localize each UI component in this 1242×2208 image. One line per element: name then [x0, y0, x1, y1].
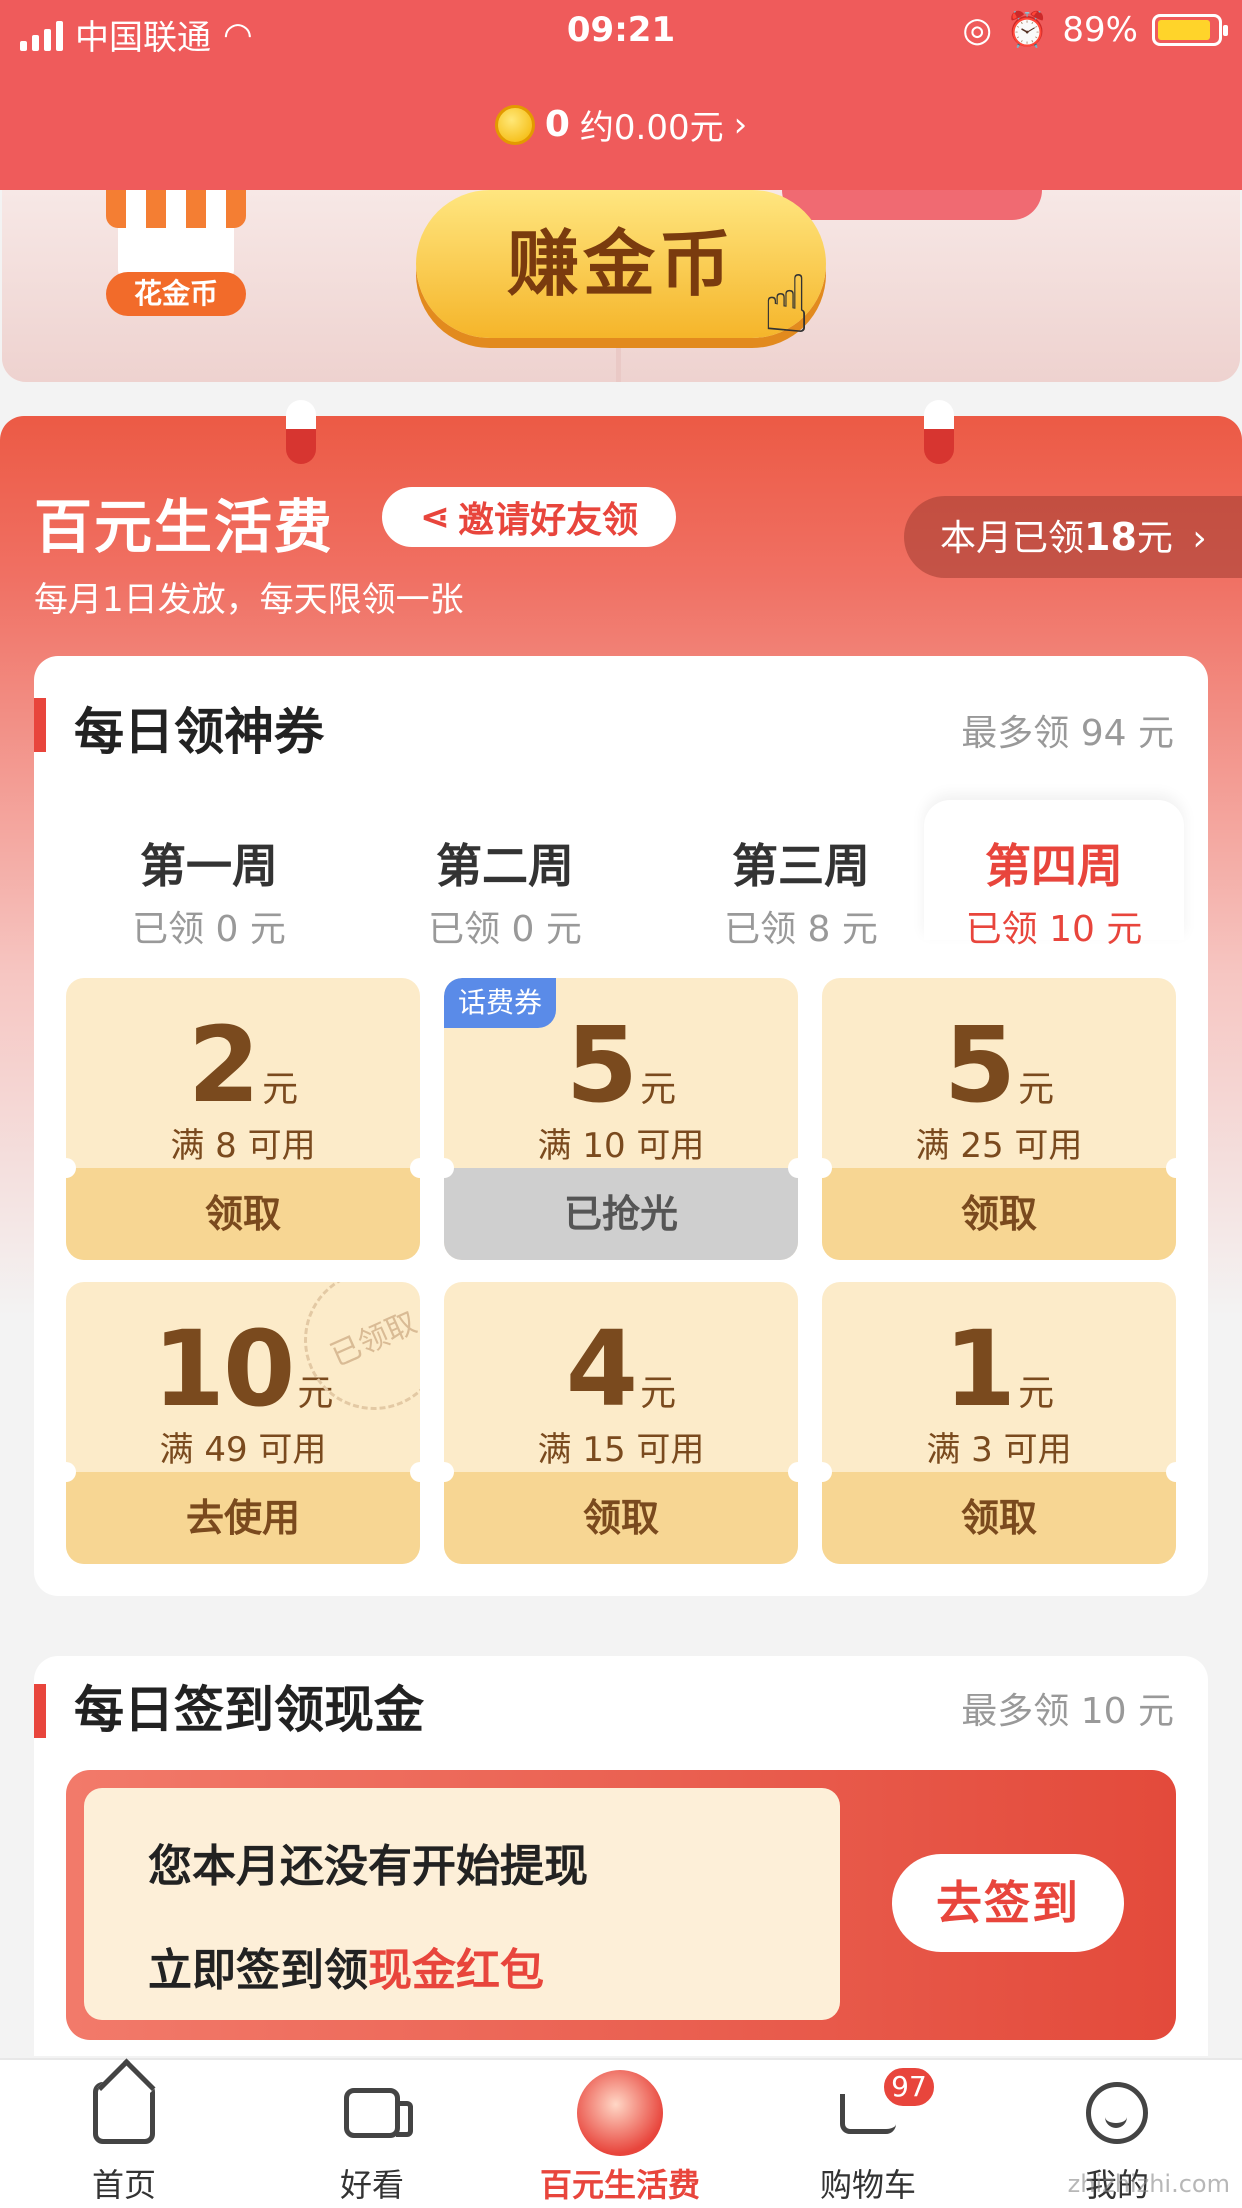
- week-name: 第四周: [985, 839, 1123, 893]
- daily-coupon-max: 最多领 94 元: [961, 713, 1174, 754]
- status-bar: 中国联通 ◠ 09:21 ◎ ⏰ 89%: [0, 0, 1242, 62]
- signin-title: 每日签到领现金: [74, 1681, 424, 1739]
- coin-banner: 花金币 赚金币 ☝: [2, 190, 1240, 382]
- invite-label: 邀请好友领: [458, 500, 639, 541]
- coupon-unit: 元: [1018, 1373, 1055, 1414]
- phone-bill-tag: 话费券: [444, 978, 557, 1028]
- coupon-card: 10 元 满 49 可用 已领取 去使用: [66, 1282, 420, 1564]
- life-fee-title: 百元生活费: [34, 493, 335, 561]
- signin-banner: 您本月还没有开始提现 立即签到领现金红包 去签到: [66, 1770, 1176, 2040]
- signin-message: 您本月还没有开始提现: [148, 1841, 588, 1892]
- chevron-right-icon: ›: [733, 104, 748, 145]
- coin-icon: [494, 104, 535, 145]
- coupon-card: 5元 满 10 可用 话费券 已抢光: [444, 978, 798, 1260]
- signin-max: 最多领 10 元: [961, 1691, 1174, 1732]
- cash-red-packet-text: 现金红包: [368, 1945, 544, 1996]
- week-received: 已领 8 元: [724, 909, 878, 950]
- sold-out-button: 已抢光: [444, 1168, 798, 1260]
- claim-coupon-button[interactable]: 领取: [822, 1472, 1176, 1564]
- signin-prompt-text: 立即签到领: [148, 1945, 368, 1996]
- week-received: 已领 0 元: [428, 909, 582, 950]
- claim-coupon-button[interactable]: 领取: [66, 1168, 420, 1260]
- claim-coupon-button[interactable]: 领取: [444, 1472, 798, 1564]
- tab-label: 好看: [339, 2166, 404, 2204]
- coupon-amount: 2: [187, 1004, 260, 1126]
- alarm-icon: ⏰: [1006, 10, 1049, 50]
- claim-coupon-button[interactable]: 领取: [822, 1168, 1176, 1260]
- basket-icon: [782, 190, 1042, 220]
- coin-balance-link[interactable]: 0 约0.00元 ›: [0, 100, 1242, 149]
- coupon-unit: 元: [640, 1373, 677, 1414]
- tab-week-4[interactable]: 第四周 已领 10 元: [924, 800, 1184, 950]
- pin-icon: [924, 400, 954, 464]
- coupon-card: 4元 满 15 可用 领取: [444, 1282, 798, 1564]
- pin-icon: [286, 400, 316, 464]
- week-tabs: 第一周 已领 0 元 第二周 已领 0 元 第三周 已领 8 元 第四周 已领 …: [34, 800, 1208, 950]
- tab-video[interactable]: 好看: [248, 2060, 496, 2208]
- tab-cart[interactable]: 97 购物车: [744, 2060, 992, 2208]
- watermark: zhizhizhi.com: [1067, 2170, 1230, 2198]
- go-signin-button[interactable]: 去签到: [892, 1854, 1124, 1952]
- coupon-condition: 满 8 可用: [170, 1126, 316, 1166]
- month-received-unit: 元: [1136, 518, 1173, 559]
- bottom-tab-bar: 首页 好看 百元生活费 97 购物车 我的 zhizhizhi.com: [0, 2058, 1242, 2208]
- coupon-card: 5元 满 25 可用 领取: [822, 978, 1176, 1260]
- week-received: 已领 0 元: [132, 909, 286, 950]
- profile-icon: [1086, 2082, 1148, 2144]
- coupon-condition: 满 3 可用: [926, 1430, 1072, 1470]
- month-received-link[interactable]: 本月已领18元 ›: [904, 496, 1242, 578]
- life-fee-icon: [577, 2070, 663, 2156]
- month-received-amount: 18: [1084, 515, 1137, 559]
- daily-coupon-card: 每日领神券 最多领 94 元 第一周 已领 0 元 第二周 已领 0 元 第三周…: [34, 656, 1208, 1596]
- home-icon: [93, 2082, 155, 2144]
- battery-icon: [1152, 14, 1228, 46]
- rotation-lock-icon: ◎: [962, 10, 993, 50]
- pointing-hand-icon: ☝: [762, 258, 811, 351]
- daily-coupon-title: 每日领神券: [74, 703, 324, 761]
- life-fee-subtitle: 每月1日发放，每天限领一张: [34, 580, 464, 620]
- flower-coin-button[interactable]: 花金币: [106, 272, 246, 316]
- coupon-amount: 1: [943, 1308, 1016, 1430]
- top-bar: 中国联通 ◠ 09:21 ◎ ⏰ 89% 0 约0.00元 ›: [0, 0, 1242, 190]
- invite-friends-button[interactable]: ⋖ 邀请好友领: [382, 487, 676, 547]
- coupon-card: 2元 满 8 可用 领取: [66, 978, 420, 1260]
- coupon-card: 1元 满 3 可用 领取: [822, 1282, 1176, 1564]
- coin-value: 约0.00元: [579, 108, 724, 148]
- video-icon: [344, 2088, 413, 2138]
- month-received-label: 本月已领: [940, 518, 1085, 559]
- coupon-amount: 10: [152, 1308, 296, 1430]
- cart-badge: 97: [882, 2066, 936, 2108]
- use-coupon-button[interactable]: 去使用: [66, 1472, 420, 1564]
- week-name: 第三周: [732, 839, 870, 893]
- section-marker: [34, 1684, 46, 1738]
- coupon-unit: 元: [640, 1069, 677, 1110]
- tab-week-2[interactable]: 第二周 已领 0 元: [360, 800, 650, 950]
- coupon-amount: 4: [565, 1308, 638, 1430]
- week-received: 已领 10 元: [965, 909, 1143, 950]
- tab-week-1[interactable]: 第一周 已领 0 元: [64, 800, 354, 950]
- tab-label: 首页: [91, 2166, 156, 2204]
- coupon-condition: 满 25 可用: [915, 1126, 1083, 1166]
- tab-life-fee[interactable]: 百元生活费: [496, 2060, 744, 2208]
- coin-count: 0: [544, 104, 570, 145]
- coupon-condition: 满 49 可用: [159, 1430, 327, 1470]
- section-marker: [34, 698, 46, 752]
- coupon-unit: 元: [262, 1069, 299, 1110]
- coupon-condition: 满 10 可用: [537, 1126, 705, 1166]
- share-icon: ⋖: [419, 496, 451, 538]
- tab-label: 百元生活费: [539, 2166, 700, 2204]
- week-name: 第一周: [140, 839, 278, 893]
- daily-signin-section: 每日签到领现金 最多领 10 元 您本月还没有开始提现 立即签到领现金红包 去签…: [34, 1656, 1208, 2056]
- week-name: 第二周: [436, 839, 574, 893]
- chevron-right-icon: ›: [1192, 518, 1207, 559]
- coupon-condition: 满 15 可用: [537, 1430, 705, 1470]
- tab-week-3[interactable]: 第三周 已领 8 元: [656, 800, 946, 950]
- tab-label: 购物车: [819, 2166, 916, 2204]
- coupon-amount: 5: [943, 1004, 1016, 1126]
- coupon-unit: 元: [1018, 1069, 1055, 1110]
- signin-prompt: 立即签到领现金红包: [148, 1934, 840, 1998]
- battery-percent: 89%: [1062, 10, 1138, 50]
- coupon-amount: 5: [565, 1004, 638, 1126]
- tab-home[interactable]: 首页: [0, 2060, 248, 2208]
